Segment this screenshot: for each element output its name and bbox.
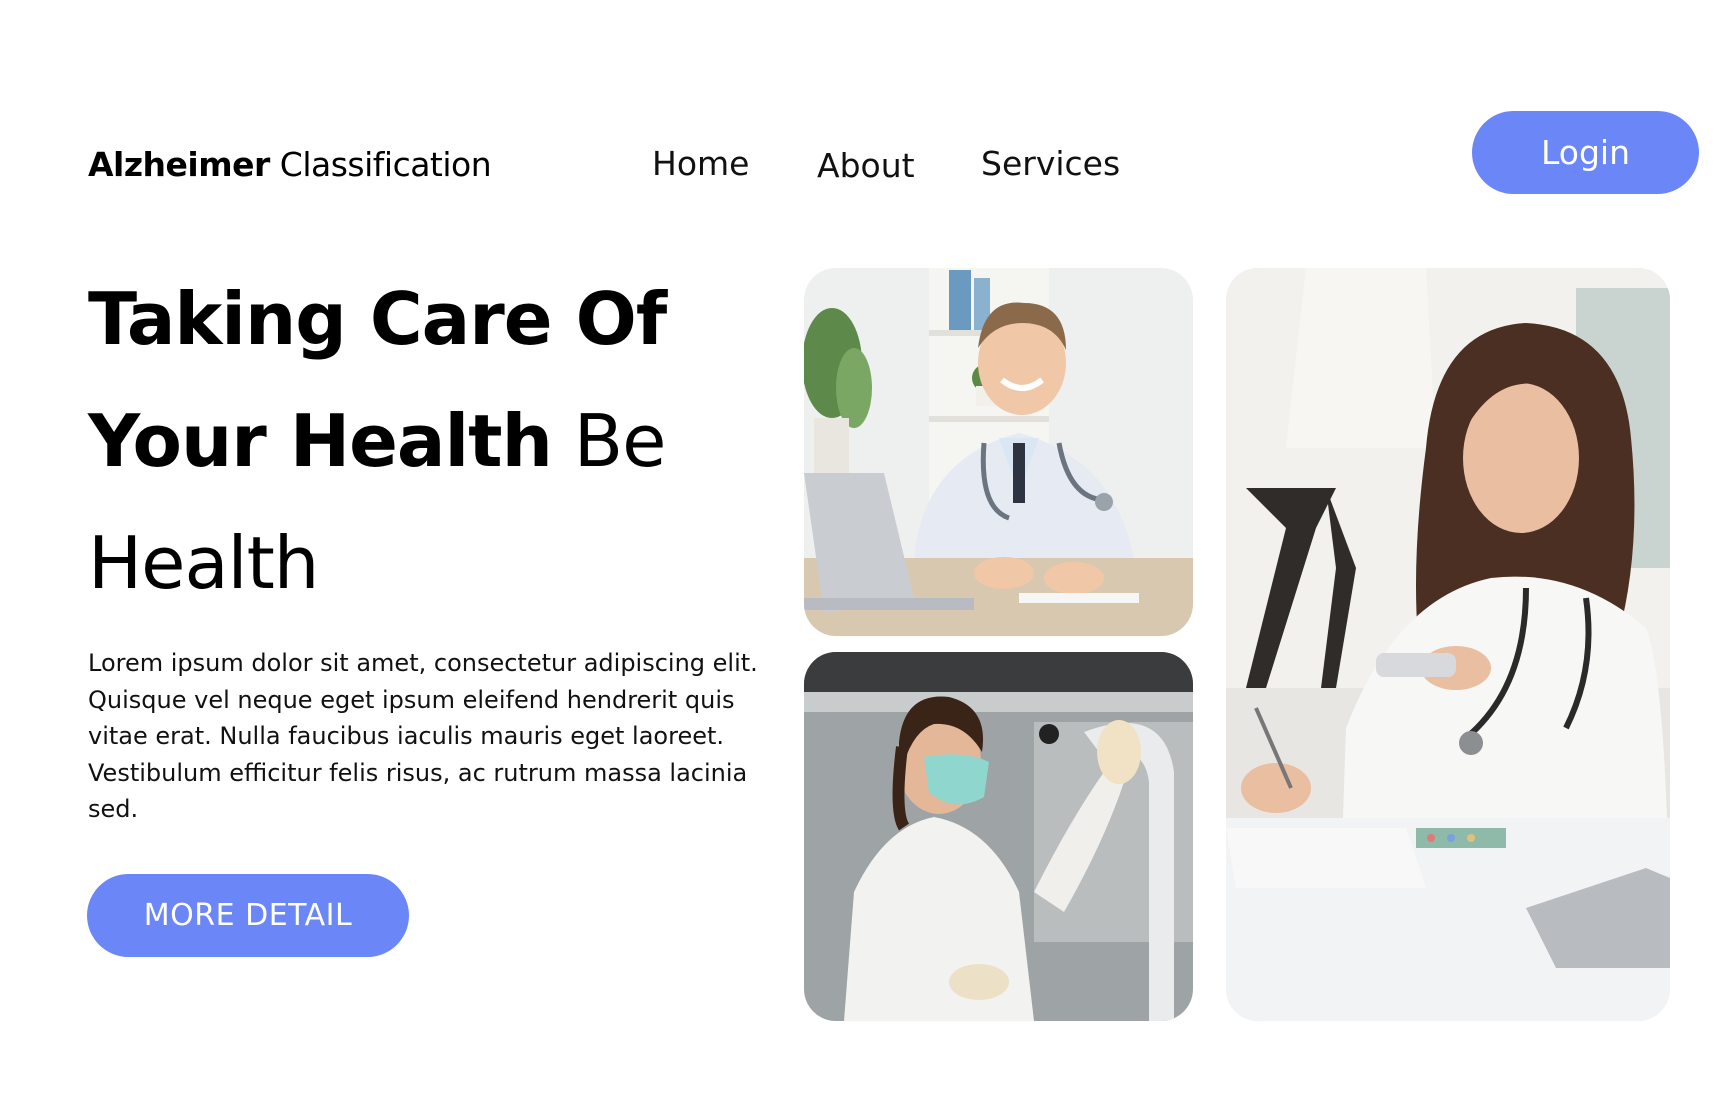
hero-title-line-2-bold: Your Health bbox=[88, 399, 553, 483]
hero-title-line-3: Health bbox=[88, 521, 319, 605]
landing-page: Alzheimer Classification Home About Serv… bbox=[0, 0, 1728, 1117]
female-doctor-photo bbox=[1226, 268, 1670, 1021]
brand-logo[interactable]: Alzheimer Classification bbox=[88, 145, 492, 185]
nav-services[interactable]: Services bbox=[981, 144, 1120, 184]
doctor-photo bbox=[804, 268, 1193, 636]
lab-technician-photo bbox=[804, 652, 1193, 1021]
brand-name-strong: Alzheimer bbox=[88, 145, 270, 184]
more-detail-button[interactable]: MORE DETAIL bbox=[87, 874, 409, 957]
nav-home[interactable]: Home bbox=[652, 144, 749, 184]
hero-title-line-1: Taking Care Of bbox=[88, 277, 667, 361]
hero-description: Lorem ipsum dolor sit amet, consectetur … bbox=[88, 649, 758, 823]
login-button[interactable]: Login bbox=[1472, 111, 1699, 194]
hero-title-line-2-light: Be bbox=[573, 399, 667, 483]
brand-name-light: Classification bbox=[279, 145, 492, 184]
nav-about[interactable]: About bbox=[817, 146, 915, 186]
hero-title: Taking Care Of Your Health Be Health bbox=[88, 258, 788, 624]
